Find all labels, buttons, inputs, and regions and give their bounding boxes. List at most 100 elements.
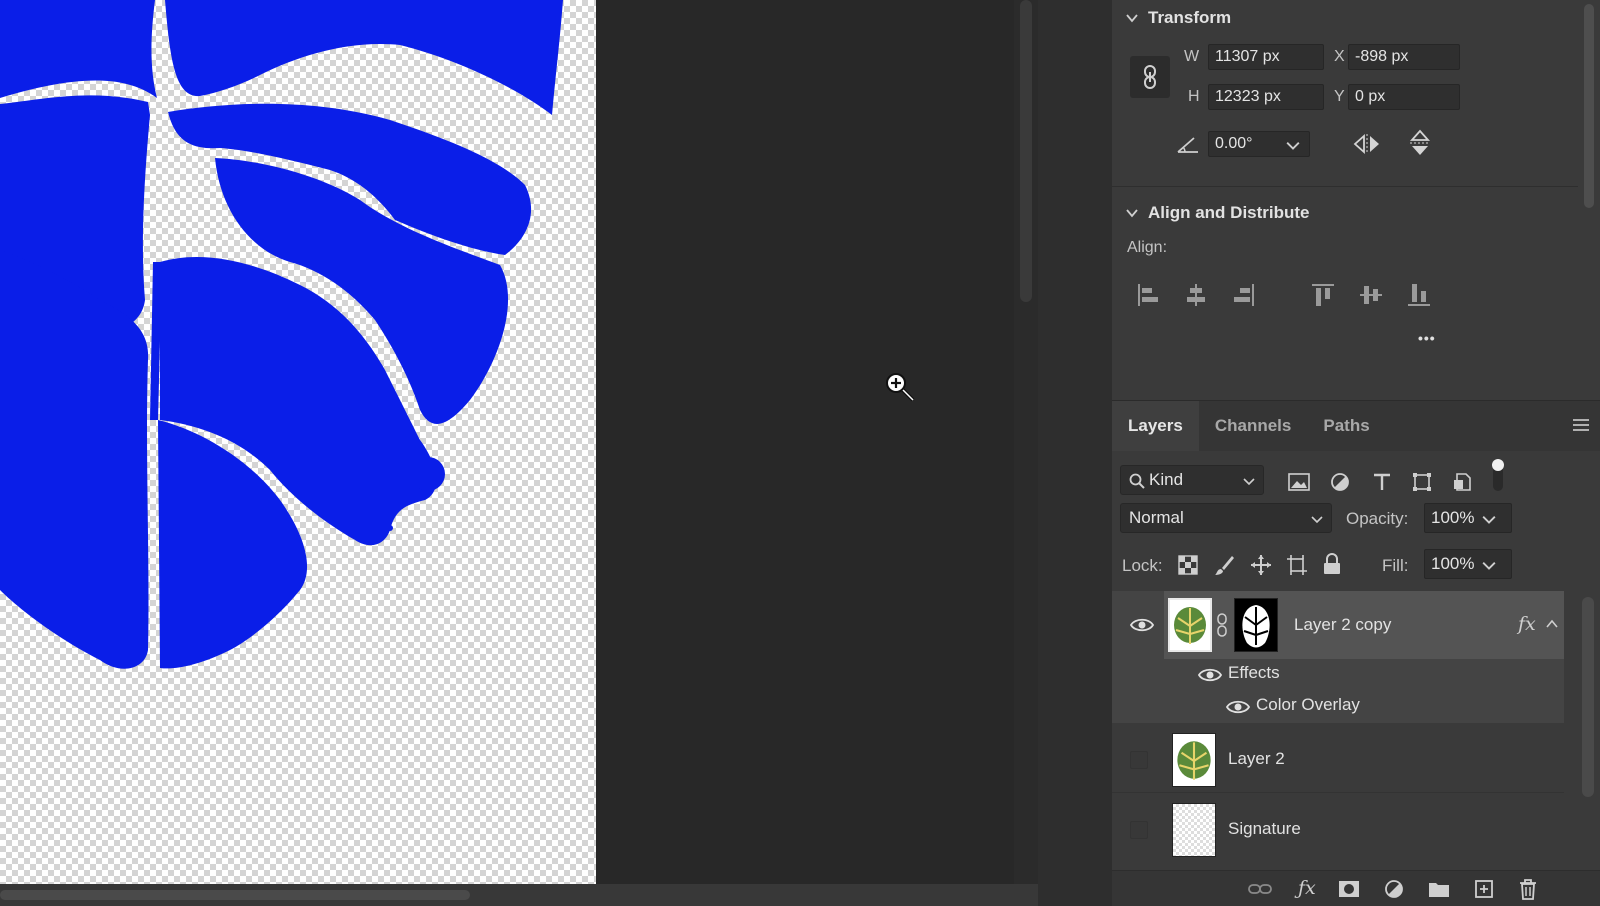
panel-menu-icon[interactable] [1572, 417, 1590, 433]
smart-object-filter-icon[interactable] [1452, 472, 1472, 492]
y-label: Y [1334, 88, 1345, 105]
angle-icon [1177, 137, 1198, 153]
chevron-down-icon [1126, 209, 1138, 218]
scroll-thumb[interactable] [0, 890, 470, 900]
fx-icon[interactable]: fx [1518, 613, 1536, 635]
tab-paths[interactable]: Paths [1307, 401, 1385, 451]
layers-scrollbar[interactable] [1582, 597, 1594, 797]
chevron-up-icon[interactable] [1546, 619, 1558, 629]
height-label: H [1188, 88, 1200, 105]
chevron-down-icon [1311, 516, 1323, 524]
x-field[interactable]: -898 px [1348, 44, 1460, 70]
eye-icon[interactable] [1226, 699, 1250, 715]
leaf-mask-icon [1242, 605, 1270, 648]
lock-image-pixels-icon[interactable] [1214, 554, 1236, 576]
link-dimensions-button[interactable] [1130, 56, 1170, 98]
leaf-thumbnail-icon [1177, 741, 1211, 780]
monstera-leaf-artwork [0, 0, 563, 669]
filter-kind-value: Kind [1149, 470, 1184, 489]
lock-position-icon[interactable] [1250, 554, 1272, 576]
transform-section-header[interactable]: Transform [1126, 8, 1231, 28]
flip-vertical-icon[interactable] [1408, 128, 1432, 158]
transform-title: Transform [1148, 8, 1232, 27]
layer-thumbnail[interactable] [1168, 598, 1212, 652]
align-label: Align: [1127, 239, 1168, 256]
layer-row-signature[interactable]: Signature [1112, 797, 1564, 863]
chevron-down-icon[interactable] [1286, 138, 1300, 152]
tab-layers[interactable]: Layers [1112, 401, 1199, 451]
lock-artboard-icon[interactable] [1286, 554, 1308, 576]
visibility-toggle[interactable] [1130, 821, 1148, 839]
fill-label: Fill: [1382, 556, 1409, 575]
new-layer-icon[interactable] [1474, 879, 1494, 899]
blend-mode-dropdown[interactable]: Normal [1120, 503, 1332, 533]
new-group-icon[interactable] [1428, 879, 1450, 899]
align-left-icon[interactable] [1136, 282, 1160, 308]
chevron-down-icon[interactable] [1482, 558, 1496, 572]
scroll-thumb[interactable] [1020, 0, 1032, 302]
more-options-button[interactable]: ••• [1418, 330, 1436, 346]
add-mask-icon[interactable] [1338, 879, 1360, 899]
opacity-label: Opacity: [1346, 509, 1409, 528]
lock-transparent-pixels-icon[interactable] [1178, 555, 1198, 575]
align-top-icon[interactable] [1310, 282, 1336, 308]
canvas-vertical-scrollbar[interactable] [1014, 0, 1038, 884]
panel-scrollbar[interactable] [1578, 0, 1600, 400]
chevron-down-icon [1243, 478, 1255, 486]
mask-link-icon[interactable] [1216, 613, 1228, 637]
properties-panel: Transform W 11307 px X -898 px H 12323 p… [1112, 0, 1600, 906]
effects-label[interactable]: Effects [1228, 663, 1280, 683]
canvas-horizontal-scrollbar[interactable] [0, 884, 1038, 906]
layer-thumbnail[interactable] [1172, 803, 1216, 857]
add-layer-style-icon[interactable]: ƒx [1298, 877, 1316, 899]
shape-layer-filter-icon[interactable] [1412, 472, 1432, 492]
layer-name[interactable]: Layer 2 [1228, 749, 1285, 769]
width-label: W [1184, 48, 1200, 65]
pixel-layer-filter-icon[interactable] [1288, 473, 1310, 491]
section-divider [1112, 186, 1578, 187]
tab-channels[interactable]: Channels [1199, 401, 1308, 451]
leaf-thumbnail-icon [1174, 607, 1206, 644]
align-middle-icon[interactable] [1358, 282, 1384, 308]
link-layers-icon[interactable] [1248, 881, 1272, 897]
filter-toggle-icon[interactable] [1490, 457, 1506, 493]
align-bottom-icon[interactable] [1406, 282, 1432, 308]
panel-gutter [1038, 0, 1112, 906]
document-canvas[interactable] [0, 0, 596, 884]
pasteboard [596, 0, 1014, 884]
filter-kind-dropdown[interactable]: Kind [1120, 465, 1264, 495]
visibility-toggle[interactable] [1130, 751, 1148, 769]
eye-icon[interactable] [1130, 617, 1154, 633]
scroll-thumb[interactable] [1584, 4, 1594, 208]
opacity-field[interactable]: 100% [1424, 503, 1512, 533]
adjustment-layer-filter-icon[interactable] [1330, 472, 1350, 492]
layer-row-layer-2-copy[interactable]: Layer 2 copy fx Effects Color Overlay [1112, 591, 1564, 723]
chevron-down-icon[interactable] [1482, 512, 1496, 526]
zoom-in-cursor-icon [886, 373, 915, 402]
trash-icon[interactable] [1518, 878, 1538, 900]
align-title: Align and Distribute [1148, 203, 1310, 222]
width-field[interactable]: 11307 px [1208, 44, 1324, 70]
chevron-down-icon [1126, 14, 1138, 23]
layer-row-layer-2[interactable]: Layer 2 [1112, 727, 1564, 793]
layer-mask-thumbnail[interactable] [1234, 598, 1278, 652]
height-field[interactable]: 12323 px [1208, 84, 1324, 110]
eye-icon[interactable] [1198, 667, 1222, 683]
x-label: X [1334, 48, 1345, 65]
type-layer-filter-icon[interactable] [1372, 472, 1392, 492]
flip-horizontal-icon[interactable] [1352, 132, 1382, 156]
align-center-icon[interactable] [1184, 282, 1208, 308]
fill-field[interactable]: 100% [1424, 549, 1512, 579]
align-section-header[interactable]: Align and Distribute [1126, 203, 1310, 223]
y-field[interactable]: 0 px [1348, 84, 1460, 110]
color-overlay-effect[interactable]: Color Overlay [1256, 695, 1360, 715]
lock-label: Lock: [1122, 556, 1163, 575]
layer-name[interactable]: Signature [1228, 819, 1301, 839]
layer-name[interactable]: Layer 2 copy [1294, 615, 1391, 635]
layer-thumbnail[interactable] [1172, 733, 1216, 787]
new-adjustment-layer-icon[interactable] [1384, 879, 1404, 899]
layers-bottom-toolbar: ƒx [1112, 870, 1600, 906]
lock-all-icon[interactable] [1322, 553, 1342, 575]
align-right-icon[interactable] [1232, 282, 1256, 308]
blend-mode-value: Normal [1129, 508, 1184, 527]
